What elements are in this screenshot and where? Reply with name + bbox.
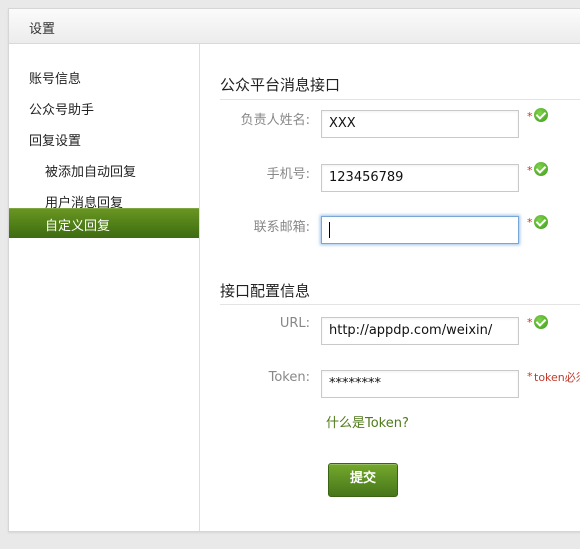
sidebar-item-account-info[interactable]: 账号信息 [29, 68, 81, 87]
submit-button[interactable]: 提交 [328, 463, 398, 497]
what-is-token-link[interactable]: 什么是Token? [326, 412, 409, 431]
sidebar-item-follow-auto-reply[interactable]: 被添加自动回复 [45, 161, 136, 180]
panel-header: 设置 [9, 9, 580, 44]
url-label: URL: [279, 316, 310, 331]
required-marker: * [527, 216, 533, 229]
phone-field[interactable]: 123456789 [321, 164, 519, 192]
page-title: 设置 [29, 22, 56, 37]
token-label: Token: [268, 370, 310, 385]
settings-panel: 设置 账号信息 公众号助手 回复设置 被添加自动回复 用户消息回复 自定义回复 … [8, 8, 580, 532]
section-title-message-api: 公众平台消息接口 [220, 76, 341, 94]
section-divider [220, 304, 580, 305]
token-field-value: ******** [329, 376, 381, 391]
required-marker: * [527, 316, 533, 329]
check-icon [534, 215, 548, 229]
email-field[interactable] [321, 216, 519, 244]
section-title-api-config: 接口配置信息 [220, 282, 311, 300]
token-field[interactable]: ******** [321, 370, 519, 398]
url-field[interactable]: http://appdp.com/weixin/ [321, 317, 519, 345]
sidebar-item-custom-reply[interactable]: 自定义回复 [9, 208, 199, 238]
phone-field-value: 123456789 [329, 170, 404, 185]
check-icon [534, 162, 548, 176]
required-marker: * [527, 370, 533, 383]
sidebar-item-reply-settings[interactable]: 回复设置 [29, 130, 81, 149]
phone-label: 手机号: [266, 167, 310, 182]
text-caret [329, 222, 330, 238]
sidebar-item-assistant[interactable]: 公众号助手 [29, 99, 94, 118]
name-field-value: XXX [329, 116, 356, 131]
name-label: 负责人姓名: [240, 113, 310, 128]
url-field-value: http://appdp.com/weixin/ [329, 323, 493, 338]
sidebar-item-label: 自定义回复 [45, 219, 111, 234]
main-content: 公众平台消息接口 负责人姓名: XXX * 手机号: 123456789 * 联… [200, 44, 580, 531]
token-error-message: token必须 [534, 371, 580, 384]
email-label: 联系邮箱: [253, 220, 310, 235]
section-divider [220, 99, 580, 100]
check-icon [534, 315, 548, 329]
required-marker: * [527, 164, 533, 177]
required-marker: * [527, 110, 533, 123]
check-icon [534, 108, 548, 122]
name-field[interactable]: XXX [321, 110, 519, 138]
sidebar: 账号信息 公众号助手 回复设置 被添加自动回复 用户消息回复 自定义回复 [9, 44, 200, 531]
